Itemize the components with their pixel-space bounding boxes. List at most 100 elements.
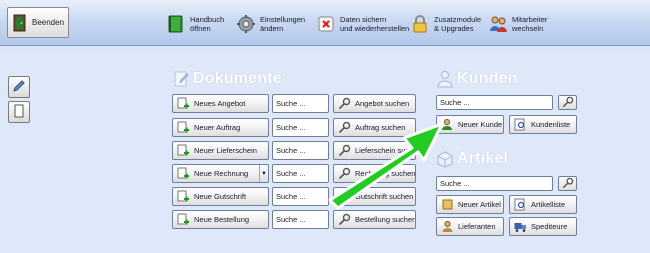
new-delivery-note-label: Neuer Lieferschein [194,146,257,155]
key-search-icon [338,167,351,180]
delivery-note-search-value: Suche ... [276,146,306,155]
toolbar-manual-line2: öffnen [190,24,211,33]
supplier-person-icon [441,220,454,233]
offer-search-value: Suche ... [276,99,306,108]
offer-search-field[interactable]: Suche ... [272,94,329,113]
carriers-button[interactable]: Spediteure [509,217,577,236]
main-toolbar: Beenden Handbuch öffnen Einstellungen än… [0,0,650,46]
document-pencil-icon [172,70,190,88]
toolbar-switch-user-line1: Mitarbeiter [512,15,548,24]
suppliers-button[interactable]: Lieferanten [436,217,504,236]
new-article-label: Neuer Artikel [458,200,501,209]
person-icon [436,70,454,88]
invoice-search-value: Suche ... [276,169,306,178]
invoice-dropdown-arrow[interactable]: ▼ [259,165,268,182]
section-label-artikel: Artikel [457,150,509,167]
delivery-note-search-field[interactable]: Suche ... [272,141,329,160]
new-delivery-note-button[interactable]: Neuer Lieferschein [172,141,269,160]
new-order-button[interactable]: Neuer Auftrag [172,118,269,137]
backup-icon [316,14,336,34]
customer-search-field[interactable]: Suche ... [436,95,553,110]
toolbar-backup-line1: Daten sichern [340,15,387,24]
new-purchase-order-label: Neue Bestellung [194,215,250,224]
lock-icon [410,14,430,34]
delivery-note-search-label: Lieferschein suchen [355,146,416,155]
users-icon [488,14,508,34]
new-document-icon [177,121,190,134]
toolbar-manual-line1: Handbuch [190,15,225,24]
order-search-value: Suche ... [276,123,306,132]
side-edit-button[interactable] [8,76,30,98]
new-document-icon [177,190,190,203]
toolbar-modules-line2: & Upgrades [434,24,474,33]
carriers-label: Spediteure [531,222,568,231]
new-invoice-button[interactable]: Neue Rechnung ▼ [172,164,269,183]
customer-list-label: Kundenliste [531,120,571,129]
new-offer-label: Neues Angebot [194,99,246,108]
new-order-label: Neuer Auftrag [194,123,241,132]
article-icon [441,198,454,211]
customer-search-button[interactable] [558,95,577,110]
toolbar-manual-button[interactable]: Handbuch öffnen [166,12,224,36]
order-search-button[interactable]: Auftrag suchen [333,118,416,137]
suppliers-label: Lieferanten [458,222,496,231]
credit-note-search-field[interactable]: Suche ... [272,187,329,206]
offer-search-button[interactable]: Angebot suchen [333,94,416,113]
key-search-icon [338,97,351,110]
key-search-icon [562,177,574,191]
new-document-icon [177,167,190,180]
magnifier-list-icon [514,198,527,211]
key-search-icon [562,96,574,110]
section-title-kunden: Kunden [436,70,518,88]
toolbar-settings-line2: ändern [260,24,284,33]
offer-search-label: Angebot suchen [355,99,410,108]
key-search-icon [338,121,351,134]
customer-search-value: Suche ... [440,98,470,107]
new-invoice-label: Neue Rechnung [194,169,249,178]
purchase-order-search-button[interactable]: Bestellung suchen [333,210,416,229]
section-label-kunden: Kunden [457,70,518,87]
exit-button[interactable]: Beenden [7,7,69,38]
box-icon [436,150,454,168]
magnifier-list-icon [514,118,527,131]
toolbar-modules-button[interactable]: Zusatzmodule & Upgrades [410,12,481,36]
book-icon [166,14,186,34]
key-search-icon [338,190,351,203]
new-document-icon [177,144,190,157]
section-label-dokumente: Dokumente [193,70,282,87]
exit-door-icon [12,14,28,32]
new-article-button[interactable]: Neuer Artikel [436,195,504,214]
purchase-order-search-label: Bestellung suchen [355,215,416,224]
article-search-button[interactable] [558,176,577,191]
new-purchase-order-button[interactable]: Neue Bestellung [172,210,269,229]
pencil-icon [12,79,26,95]
article-search-field[interactable]: Suche ... [436,176,553,191]
truck-icon [514,220,527,233]
new-credit-note-button[interactable]: Neue Gutschrift [172,187,269,206]
new-document-icon [177,97,190,110]
document-icon [12,104,26,120]
new-offer-button[interactable]: Neues Angebot [172,94,269,113]
invoice-search-field[interactable]: Suche ... [272,164,329,183]
toolbar-settings-button[interactable]: Einstellungen ändern [236,12,305,36]
customer-list-button[interactable]: Kundenliste [509,115,577,134]
toolbar-settings-line1: Einstellungen [260,15,306,24]
delivery-note-search-button[interactable]: Lieferschein suchen [333,141,416,160]
toolbar-backup-button[interactable]: Daten sichern und wiederherstellen [316,12,409,36]
key-search-icon [338,144,351,157]
side-document-button[interactable] [8,101,30,123]
gear-icon [236,14,256,34]
section-title-dokumente: Dokumente [172,70,282,88]
invoice-search-label: Rechnung suchen [355,169,416,178]
credit-note-search-button[interactable]: Gutschrift suchen [333,187,416,206]
toolbar-switch-user-line2: wechseln [512,24,544,33]
order-search-field[interactable]: Suche ... [272,118,329,137]
article-list-button[interactable]: Artikelliste [509,195,577,214]
new-customer-button[interactable]: Neuer Kunde [436,115,504,134]
add-person-icon [441,118,454,131]
order-search-label: Auftrag suchen [355,123,406,132]
credit-note-search-label: Gutschrift suchen [355,192,414,201]
invoice-search-button[interactable]: Rechnung suchen [333,164,416,183]
toolbar-switch-user-button[interactable]: Mitarbeiter wechseln [488,12,547,36]
purchase-order-search-field[interactable]: Suche ... [272,210,329,229]
